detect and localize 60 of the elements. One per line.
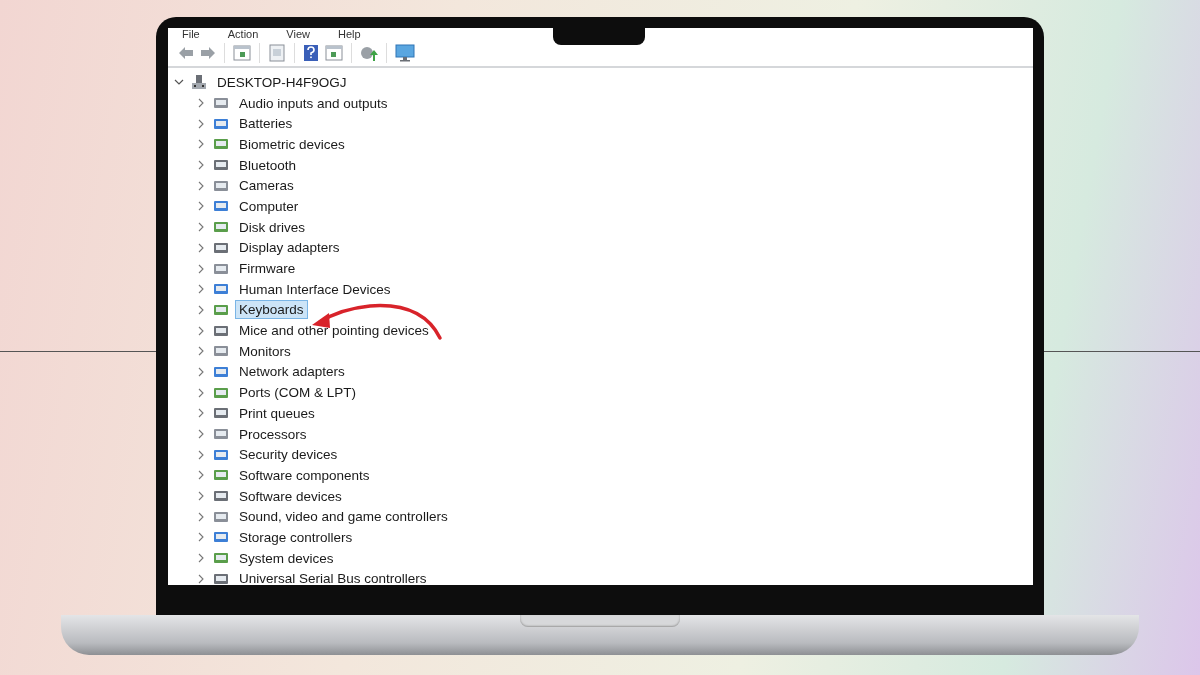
expand-chevron-icon[interactable] (196, 553, 206, 564)
expand-chevron-icon[interactable] (196, 98, 206, 109)
expand-chevron-icon[interactable] (196, 511, 206, 522)
expand-chevron-icon[interactable] (196, 573, 206, 584)
forward-icon[interactable] (200, 46, 216, 60)
tree-item[interactable]: Network adapters (235, 362, 349, 382)
tree-item[interactable]: Monitors (235, 341, 295, 361)
tree-item[interactable]: Ports (COM & LPT) (235, 383, 360, 403)
properties-icon[interactable] (233, 45, 251, 61)
tree-item[interactable]: Biometric devices (235, 134, 349, 154)
tree-item[interactable]: Bluetooth (235, 155, 301, 175)
menu-item[interactable]: File (182, 28, 200, 40)
expand-chevron-icon[interactable] (196, 180, 206, 191)
computer-icon (191, 74, 207, 91)
expand-chevron-icon[interactable] (196, 532, 206, 543)
tree-item[interactable]: Audio inputs and outputs (235, 93, 392, 113)
expand-chevron-icon[interactable] (196, 470, 206, 481)
expand-chevron-icon[interactable] (196, 325, 206, 336)
tree-item[interactable]: Software devices (235, 486, 346, 506)
tree-item[interactable]: Human Interface Devices (235, 279, 395, 299)
expand-chevron-icon[interactable] (196, 491, 206, 502)
expand-chevron-icon[interactable] (196, 242, 206, 253)
expand-chevron-icon[interactable] (196, 222, 206, 233)
expand-chevron-icon[interactable] (196, 139, 206, 150)
expand-chevron-icon[interactable] (196, 263, 206, 274)
tree-item[interactable]: Display adapters (235, 238, 344, 258)
tree-item[interactable]: Security devices (235, 445, 342, 465)
expand-chevron-icon[interactable] (196, 201, 206, 212)
tree-item[interactable]: DESKTOP-H4F9OGJ (213, 72, 351, 92)
tree-item[interactable]: System devices (235, 548, 338, 568)
expand-chevron-icon[interactable] (196, 366, 206, 377)
panel-icon[interactable] (325, 45, 343, 61)
menu-item[interactable]: Help (337, 28, 361, 40)
expand-chevron-icon[interactable] (196, 387, 206, 398)
expand-chevron-icon[interactable] (196, 346, 206, 357)
help-icon[interactable] (303, 44, 319, 62)
tree-item[interactable]: Firmware (235, 259, 300, 279)
expand-chevron-icon[interactable] (196, 408, 206, 419)
tree-item[interactable]: Sound, video and game controllers (235, 507, 452, 527)
expand-chevron-icon[interactable] (196, 118, 206, 129)
tree-item[interactable]: Storage controllers (235, 527, 357, 547)
expand-chevron-icon[interactable] (196, 160, 206, 171)
back-icon[interactable] (178, 46, 194, 60)
tree-item[interactable]: Print queues (235, 403, 319, 423)
tree-item[interactable]: Processors (235, 424, 311, 444)
expand-chevron-icon[interactable] (196, 449, 206, 460)
tree-item[interactable]: Software components (235, 465, 374, 485)
menu-item[interactable]: View (286, 28, 310, 40)
expand-chevron-icon[interactable] (196, 284, 206, 295)
tree-item[interactable]: Mice and other pointing devices (235, 321, 433, 341)
tree-item[interactable]: Universal Serial Bus controllers (235, 569, 431, 585)
monitor-icon[interactable] (395, 44, 415, 62)
expand-chevron-icon[interactable] (196, 304, 206, 315)
tree-item[interactable]: Cameras (235, 176, 298, 196)
tree-item[interactable]: Keyboards (235, 300, 308, 320)
menu-item[interactable]: Action (227, 28, 259, 40)
expand-chevron-icon[interactable] (196, 429, 206, 440)
tree-item[interactable]: Batteries (235, 114, 297, 134)
tree-item[interactable]: Disk drives (235, 217, 309, 237)
tree-item[interactable]: Computer (235, 196, 303, 216)
